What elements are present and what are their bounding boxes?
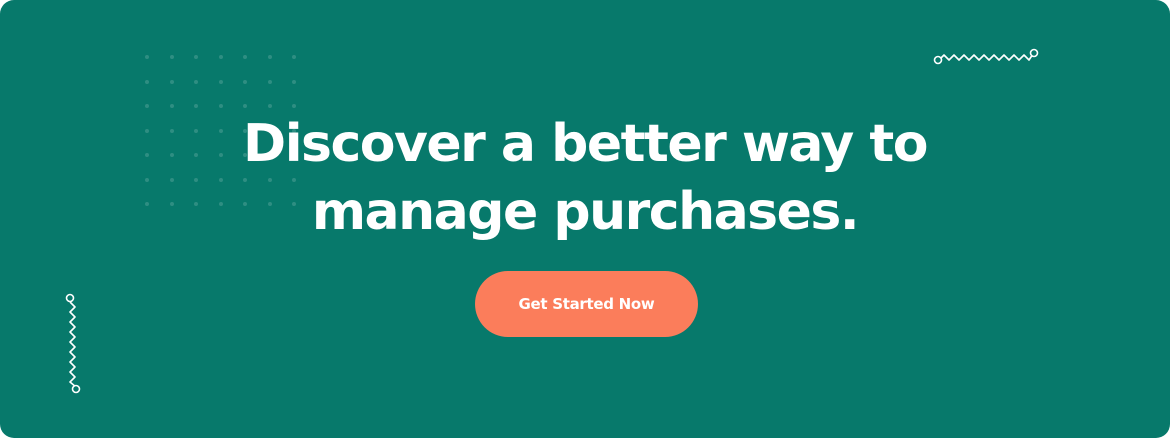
grid-dot — [145, 55, 149, 59]
headline-line-2: manage purchases. — [311, 182, 860, 242]
grid-dot — [243, 104, 247, 108]
zigzag-top-right-icon — [933, 48, 1039, 65]
grid-dot — [292, 104, 296, 108]
grid-dot — [292, 55, 296, 59]
grid-dot — [169, 104, 174, 108]
grid-dot — [218, 79, 223, 84]
grid-dot — [218, 104, 223, 108]
grid-dot — [169, 55, 174, 59]
headline-line-1: Discover a better way to — [243, 114, 928, 174]
banner-headline: Discover a better way to manage purchase… — [0, 110, 1170, 246]
grid-dot — [267, 79, 272, 84]
grid-dot — [194, 104, 198, 108]
grid-dot — [267, 55, 272, 59]
grid-dot — [218, 55, 223, 59]
grid-dot — [145, 79, 149, 84]
grid-dot — [267, 104, 272, 108]
grid-dot — [243, 79, 247, 84]
grid-dot — [243, 55, 247, 59]
grid-dot — [292, 79, 296, 84]
grid-dot — [145, 104, 149, 108]
cta-banner: Discover a better way to manage purchase… — [0, 0, 1170, 438]
zigzag-bottom-left-icon — [65, 293, 81, 394]
grid-dot — [194, 79, 198, 84]
grid-dot — [194, 55, 198, 59]
get-started-button[interactable]: Get Started Now — [475, 271, 698, 337]
grid-dot — [169, 79, 174, 84]
